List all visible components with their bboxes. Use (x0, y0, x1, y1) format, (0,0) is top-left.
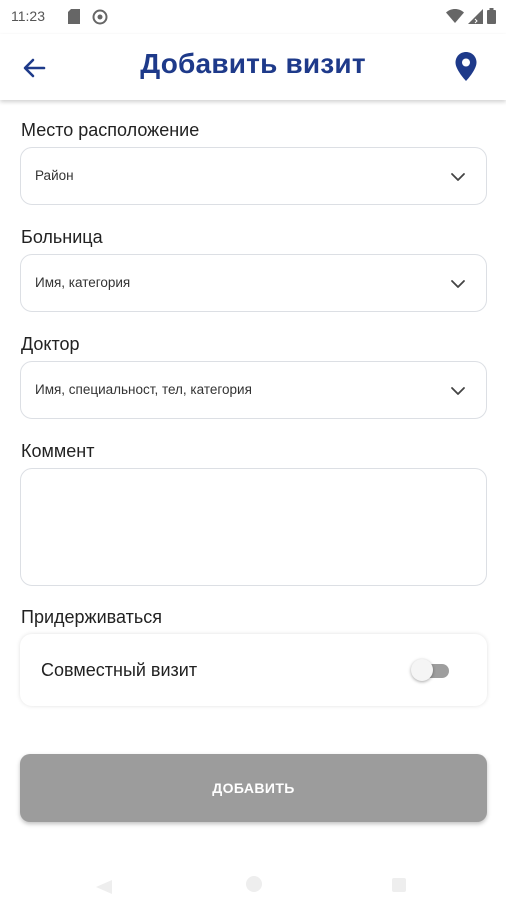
battery-icon (487, 8, 496, 29)
doctor-placeholder: Имя, специальност, тел, категория (35, 382, 252, 397)
doctor-select[interactable]: Имя, специальност, тел, категория (20, 361, 487, 419)
district-placeholder: Район (35, 168, 74, 183)
do-not-disturb-icon (92, 9, 108, 30)
status-right-icons (446, 8, 496, 29)
doctor-label: Доктор (21, 334, 80, 354)
cellular-signal-icon (468, 8, 483, 29)
app-bar: Добавить визит (0, 34, 506, 100)
page-title: Добавить визит (140, 48, 366, 79)
district-select[interactable]: Район (20, 147, 487, 205)
location-label: Место расположение (21, 120, 200, 140)
adhere-label: Придерживаться (21, 607, 162, 627)
nav-back-icon[interactable] (96, 880, 112, 894)
hospital-label: Больница (21, 227, 103, 247)
system-nav-bar (0, 872, 506, 900)
wifi-icon (446, 9, 464, 28)
status-time: 11:23 (11, 8, 45, 24)
comment-label: Коммент (21, 441, 95, 461)
joint-visit-label: Совместный визит (41, 660, 198, 680)
chevron-down-icon (451, 387, 465, 395)
status-bar: 11:23 (0, 0, 506, 34)
sim-card-icon (68, 9, 80, 29)
add-button[interactable]: ДОБАВИТЬ (20, 754, 487, 822)
hospital-select[interactable]: Имя, категория (20, 254, 487, 312)
nav-recents-icon[interactable] (392, 878, 406, 892)
comment-input[interactable] (20, 468, 487, 586)
nav-home-icon[interactable] (246, 876, 262, 892)
joint-visit-toggle[interactable] (411, 659, 451, 681)
chevron-down-icon (451, 173, 465, 181)
location-button[interactable] (454, 52, 478, 82)
chevron-down-icon (451, 280, 465, 288)
map-pin-icon (455, 52, 477, 81)
joint-visit-card: Совместный визит (20, 634, 487, 706)
toggle-thumb (411, 659, 433, 681)
hospital-placeholder: Имя, категория (35, 275, 131, 290)
